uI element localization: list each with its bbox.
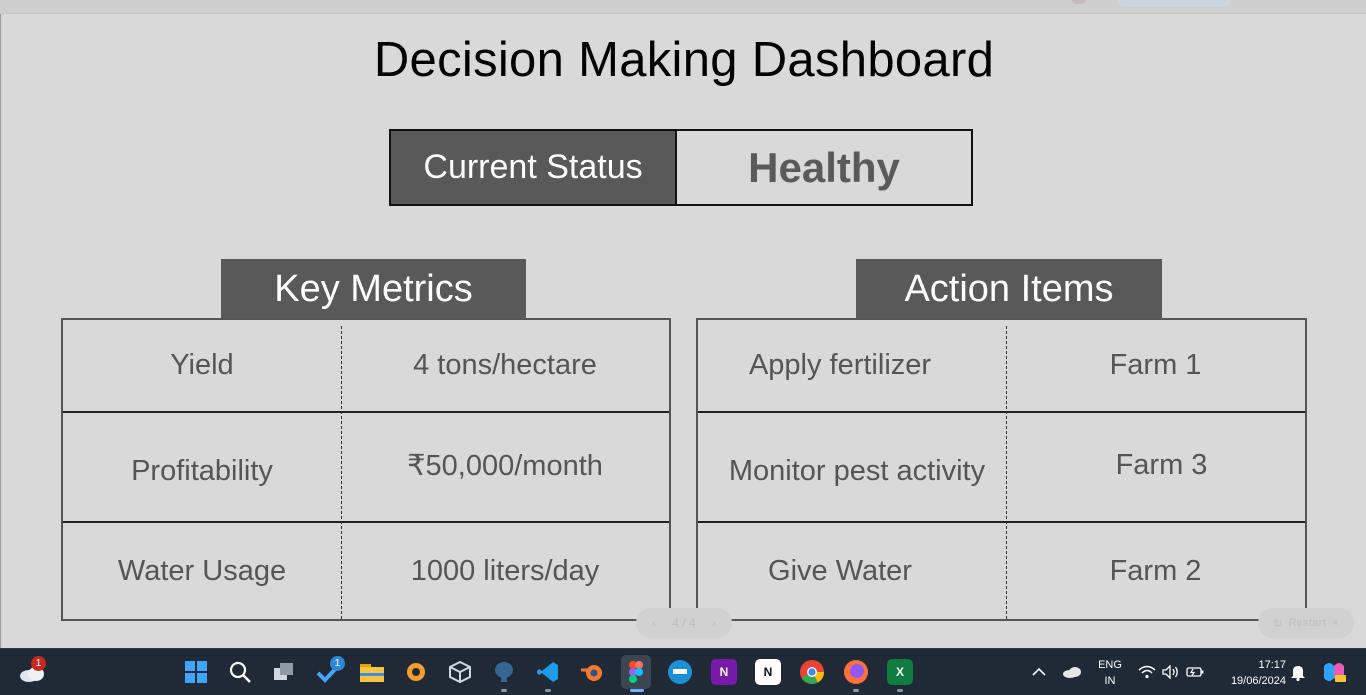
excel-icon[interactable]: X (887, 659, 913, 685)
action-name: Apply fertilizer (748, 349, 932, 381)
volume-icon[interactable] (1160, 659, 1182, 685)
copilot-icon[interactable] (1320, 659, 1348, 685)
browser-top-strip (0, 0, 1366, 14)
todo-badge: 1 (330, 656, 345, 671)
taskbar: 1 1 N N X ENG IN 17:17 19/06/2024 (0, 648, 1366, 695)
action-items-heading: Action Items (856, 259, 1162, 319)
key-metrics-table: Yield 4 tons/hectare Profitability ₹50,0… (61, 318, 671, 621)
close-restart-icon[interactable]: × (1332, 617, 1338, 629)
figma-icon[interactable] (621, 655, 651, 689)
action-target: Farm 2 (1109, 554, 1202, 587)
chrome-icon[interactable] (799, 659, 825, 685)
gear-app-icon[interactable] (403, 659, 429, 685)
table-row: Water Usage 1000 liters/day (63, 523, 669, 619)
next-slide-icon[interactable]: › (712, 616, 716, 630)
status-panel: Current Status Healthy (389, 129, 973, 206)
notion-icon[interactable]: N (755, 659, 781, 685)
top-strip-pill (1118, 0, 1230, 7)
status-value: Healthy (748, 143, 900, 191)
running-indicator (853, 689, 859, 692)
region-code: IN (1104, 675, 1116, 687)
running-indicator (897, 689, 903, 692)
language-indicator[interactable]: ENG IN (1094, 657, 1126, 689)
metric-value: ₹50,000/month (407, 449, 603, 482)
onedrive-icon[interactable] (1060, 659, 1084, 685)
key-metrics-heading: Key Metrics (221, 259, 526, 319)
start-button[interactable] (183, 659, 209, 685)
table-row: Profitability ₹50,000/month (63, 413, 669, 521)
action-target: Farm 1 (1109, 349, 1202, 381)
blender-icon[interactable] (579, 659, 605, 685)
table-row: Monitor pest activity Farm 3 (698, 413, 1305, 521)
pager-text: 4 / 4 (672, 616, 696, 630)
clock-time: 17:17 (1258, 659, 1286, 671)
running-indicator (545, 689, 551, 692)
slide-pager: ‹ 4 / 4 › (636, 608, 732, 638)
onenote-icon[interactable]: N (711, 659, 737, 685)
metric-name: Profitability (131, 454, 273, 487)
pgadmin-icon[interactable] (491, 659, 517, 685)
table-row: Apply fertilizer Farm 1 (698, 320, 1305, 411)
file-explorer-icon[interactable] (359, 659, 385, 685)
metric-name: Water Usage (117, 554, 287, 587)
restart-icon: ↻ (1273, 617, 1283, 630)
action-name: Monitor pest activity (728, 454, 986, 487)
chevron-up-icon[interactable] (1028, 659, 1050, 685)
clock-date: 19/06/2024 (1230, 675, 1286, 687)
metric-value: 1000 liters/day (410, 554, 600, 587)
bell-icon[interactable] (1288, 659, 1308, 685)
vscode-icon[interactable] (535, 659, 561, 685)
metric-name: Yield (170, 349, 234, 381)
presentation-slide: Decision Making Dashboard Current Status… (0, 14, 1366, 648)
clock[interactable]: 17:17 19/06/2024 (1218, 657, 1286, 689)
active-indicator (630, 689, 644, 692)
action-items-table: Apply fertilizer Farm 1 Monitor pest act… (696, 318, 1307, 621)
wifi-icon[interactable] (1136, 659, 1158, 685)
docker-icon[interactable] (667, 659, 693, 685)
action-target: Farm 3 (1115, 448, 1208, 481)
language-code: ENG (1098, 659, 1122, 671)
prev-slide-icon[interactable]: ‹ (652, 616, 656, 630)
action-name: Give Water (768, 554, 912, 587)
virtualbox-icon[interactable] (447, 659, 473, 685)
restart-label: Restart (1288, 617, 1327, 629)
battery-icon[interactable] (1184, 659, 1206, 685)
restart-button[interactable]: ↻ Restart × (1258, 608, 1354, 638)
top-strip-indicator (1072, 0, 1086, 4)
slide-title: Decision Making Dashboard (373, 33, 995, 87)
table-row: Give Water Farm 2 (698, 523, 1305, 619)
running-indicator (501, 689, 507, 692)
status-label: Current Status (391, 131, 677, 204)
firefox-icon[interactable] (843, 659, 869, 685)
table-row: Yield 4 tons/hectare (63, 320, 669, 411)
search-icon[interactable] (227, 659, 253, 685)
metric-value: 4 tons/hectare (413, 349, 597, 381)
weather-badge: 1 (31, 656, 46, 671)
task-view-icon[interactable] (271, 659, 297, 685)
